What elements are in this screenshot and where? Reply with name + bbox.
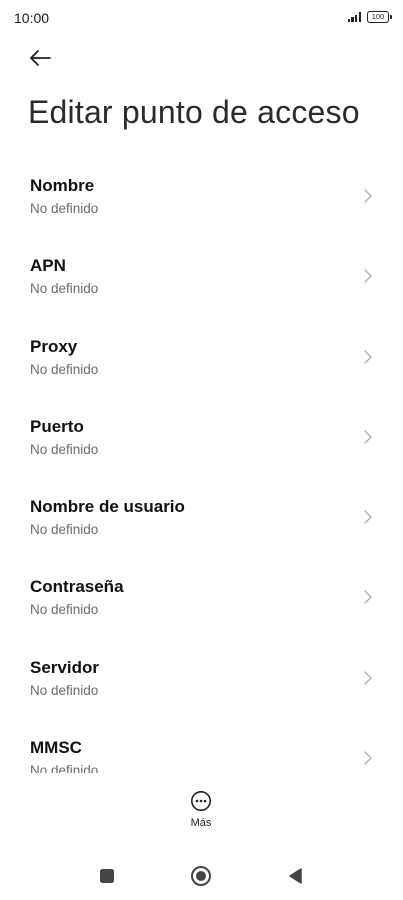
list-item-mmsc[interactable]: MMSC No definido xyxy=(0,718,403,773)
item-label: Puerto xyxy=(30,416,84,436)
signal-icon xyxy=(347,12,361,22)
list-item-proxy[interactable]: Proxy No definido xyxy=(0,317,403,397)
more-button[interactable]: Más xyxy=(176,790,226,838)
item-label: Contraseña xyxy=(30,577,124,597)
nav-back-button[interactable] xyxy=(283,864,307,888)
status-bar: 10:00 100 xyxy=(0,0,403,36)
more-horizontal-icon xyxy=(191,791,211,811)
battery-icon: 100 xyxy=(367,11,392,23)
item-value: No definido xyxy=(30,602,99,618)
chevron-right-icon xyxy=(364,671,372,685)
recents-button[interactable] xyxy=(95,864,119,888)
chevron-right-icon xyxy=(364,189,372,203)
list-item-nombre[interactable]: Nombre No definido xyxy=(0,156,403,236)
square-icon xyxy=(100,869,114,883)
back-button[interactable] xyxy=(22,42,58,74)
circle-icon xyxy=(191,866,211,886)
item-value: No definido xyxy=(30,281,99,297)
status-time: 10:00 xyxy=(14,10,50,26)
arrow-left-icon xyxy=(30,50,51,66)
chevron-right-icon xyxy=(364,751,372,765)
chevron-right-icon xyxy=(364,430,372,444)
apn-settings-list[interactable]: Nombre No definido APN No definido Proxy… xyxy=(0,156,403,773)
list-item-contrasena[interactable]: Contraseña No definido xyxy=(0,557,403,637)
home-button[interactable] xyxy=(189,864,213,888)
item-value: No definido xyxy=(30,763,99,773)
triangle-left-icon xyxy=(289,868,302,884)
item-label: MMSC xyxy=(30,738,82,758)
item-value: No definido xyxy=(30,201,99,216)
status-indicators: 100 xyxy=(347,11,392,23)
item-label: APN xyxy=(30,256,66,276)
chevron-right-icon xyxy=(364,590,372,605)
item-label: Servidor xyxy=(30,657,99,677)
chevron-right-icon xyxy=(364,269,372,284)
item-value: No definido xyxy=(30,441,99,457)
navigation-bar xyxy=(0,850,403,900)
list-item-nombre-de-usuario[interactable]: Nombre de usuario No definido xyxy=(0,477,403,557)
item-label: Nombre xyxy=(30,176,95,195)
item-value: No definido xyxy=(30,522,99,538)
list-item-servidor[interactable]: Servidor No definido xyxy=(0,638,403,718)
list-item-puerto[interactable]: Puerto No definido xyxy=(0,397,403,477)
page-title: Editar punto de acceso xyxy=(28,94,360,130)
chevron-right-icon xyxy=(364,510,372,524)
item-value: No definido xyxy=(30,361,99,377)
chevron-right-icon xyxy=(364,349,372,364)
item-value: No definido xyxy=(30,682,99,698)
item-label: Proxy xyxy=(30,336,78,356)
item-label: Nombre de usuario xyxy=(30,497,185,517)
more-label: Más xyxy=(190,817,212,829)
list-item-apn[interactable]: APN No definido xyxy=(0,236,403,316)
